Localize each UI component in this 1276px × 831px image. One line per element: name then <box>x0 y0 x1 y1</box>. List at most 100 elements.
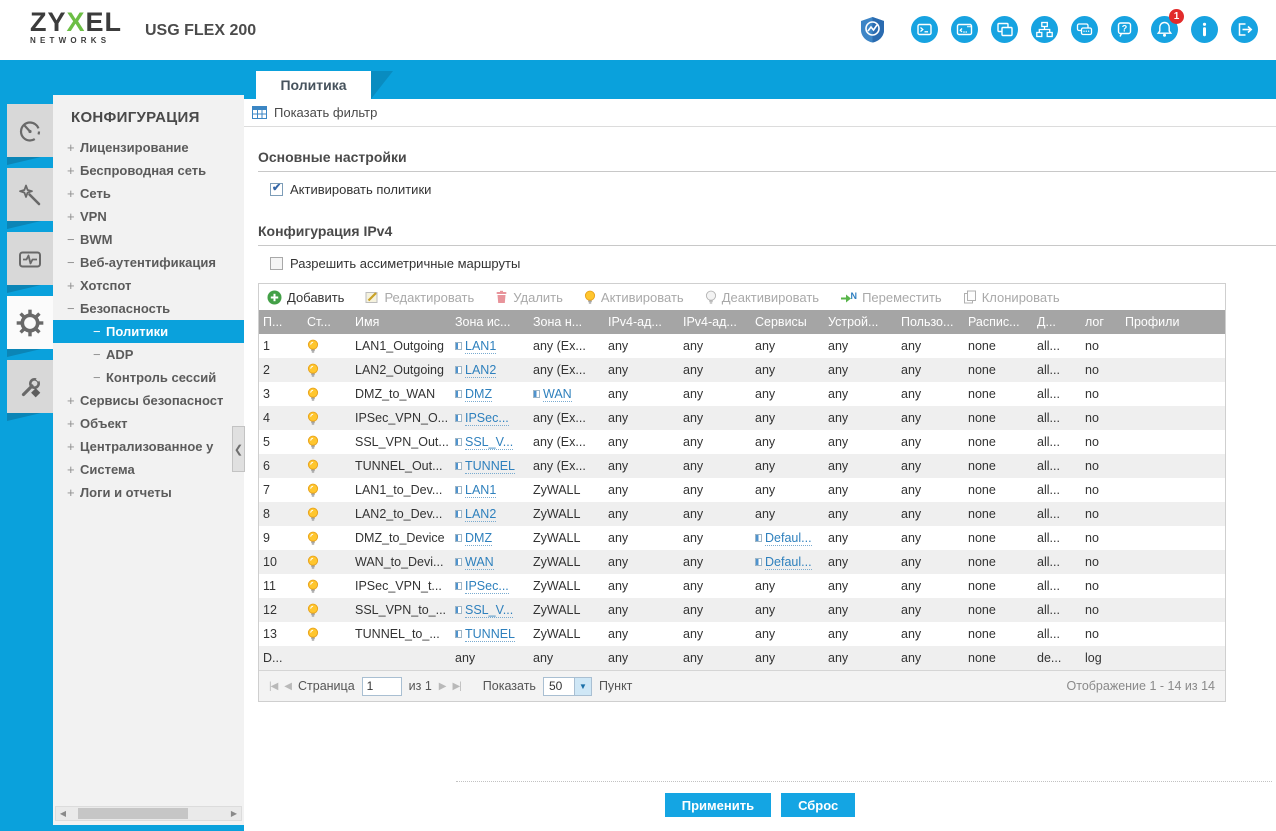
sidebar-item-adp[interactable]: − ADP <box>53 343 244 366</box>
table-row-6[interactable]: 6 TUNNEL_Out... TUNNEL any (Ex... any any any a… <box>259 454 1225 478</box>
expand-toggle-icon[interactable]: − <box>93 320 106 343</box>
site-map-icon[interactable] <box>1031 16 1058 43</box>
expand-toggle-icon[interactable]: − <box>67 251 80 274</box>
cell-service-link[interactable]: Defaul... <box>765 555 812 570</box>
scrollbar-thumb[interactable] <box>78 808 188 819</box>
expand-toggle-icon[interactable]: − <box>67 297 80 320</box>
table-row-12[interactable]: 12 SSL_VPN_to_... SSL_V... ZyWALL any any any a… <box>259 598 1225 622</box>
column-header-1[interactable]: Ст... <box>303 315 351 329</box>
expand-toggle-icon[interactable]: − <box>67 228 80 251</box>
scroll-right-icon[interactable]: ▶ <box>227 809 241 818</box>
sidebar-item-контроль-сессий[interactable]: − Контроль сессий <box>53 366 244 389</box>
column-header-11[interactable]: Д... <box>1033 315 1081 329</box>
sidebar-item-беспроводная-сеть[interactable]: + Беспроводная сеть <box>53 159 244 182</box>
cell-from-zone-link[interactable]: SSL_V... <box>465 603 514 618</box>
first-page-button[interactable]: |◀ <box>269 681 278 692</box>
sidebar-horizontal-scrollbar[interactable]: ◀ ▶ <box>55 806 242 821</box>
sidebar-item-сервисы-безопасност[interactable]: + Сервисы безопасност <box>53 389 244 412</box>
column-header-3[interactable]: Зона ис... <box>451 315 529 329</box>
expand-toggle-icon[interactable]: + <box>67 435 80 458</box>
asymmetric-routes-checkbox[interactable] <box>270 257 283 270</box>
expand-toggle-icon[interactable]: + <box>67 389 80 412</box>
nav-maintenance-button[interactable] <box>7 360 53 421</box>
expand-toggle-icon[interactable]: + <box>67 481 80 504</box>
cell-from-zone-link[interactable]: LAN1 <box>465 483 497 498</box>
table-row-11[interactable]: 11 IPSec_VPN_t... IPSec... ZyWALL any any any a… <box>259 574 1225 598</box>
cell-from-zone-link[interactable]: WAN <box>465 555 494 570</box>
sidebar-item-логи-и-отчеты[interactable]: + Логи и отчеты <box>53 481 244 504</box>
delete-button[interactable]: Удалить <box>495 290 563 305</box>
cell-service-link[interactable]: Defaul... <box>765 531 812 546</box>
column-header-6[interactable]: IPv4-ад... <box>679 315 751 329</box>
column-header-5[interactable]: IPv4-ад... <box>604 315 679 329</box>
sidebar-item-политики[interactable]: − Политики <box>53 320 244 343</box>
logout-icon[interactable] <box>1231 16 1258 43</box>
nav-configuration-button[interactable] <box>7 296 53 357</box>
tab-policy[interactable]: Политика <box>256 71 393 99</box>
cell-from-zone-link[interactable]: DMZ <box>465 531 493 546</box>
table-row-3[interactable]: 3 DMZ_to_WAN DMZ WAN any any any any any none all.… <box>259 382 1225 406</box>
sidebar-item-безопасность[interactable]: − Безопасность <box>53 297 244 320</box>
column-header-12[interactable]: лог <box>1081 315 1121 329</box>
sidebar-item-объект[interactable]: + Объект <box>53 412 244 435</box>
table-row-4[interactable]: 4 IPSec_VPN_O... IPSec... any (Ex... any any a… <box>259 406 1225 430</box>
nav-monitor-button[interactable] <box>7 232 53 293</box>
sidebar-item-vpn[interactable]: + VPN <box>53 205 244 228</box>
cell-from-zone-link[interactable]: LAN1 <box>465 339 497 354</box>
next-page-button[interactable]: ▶ <box>439 681 447 692</box>
sidebar-item-сеть[interactable]: + Сеть <box>53 182 244 205</box>
sidebar-item-bwm[interactable]: − BWM <box>53 228 244 251</box>
column-header-9[interactable]: Пользо... <box>897 315 964 329</box>
sidebar-item-хотспот[interactable]: + Хотспот <box>53 274 244 297</box>
expand-toggle-icon[interactable]: + <box>67 136 80 159</box>
about-icon[interactable] <box>1191 16 1218 43</box>
help-icon[interactable]: ? <box>1111 16 1138 43</box>
sidebar-item-лицензирование[interactable]: + Лицензирование <box>53 136 244 159</box>
table-row-14[interactable]: D... any any any any any any any none de... log <box>259 646 1225 670</box>
table-row-9[interactable]: 9 DMZ_to_Device DMZ ZyWALL any any Defaul... an… <box>259 526 1225 550</box>
add-button[interactable]: Добавить <box>267 290 344 305</box>
table-row-2[interactable]: 2 LAN2_Outgoing LAN2 any (Ex... any any any any… <box>259 358 1225 382</box>
column-header-8[interactable]: Устрой... <box>824 315 897 329</box>
show-filter-button[interactable]: Показать фильтр <box>244 99 1276 127</box>
notification-icon[interactable]: 1 <box>1151 9 1184 43</box>
last-page-button[interactable]: ▶| <box>453 681 462 692</box>
table-row-8[interactable]: 8 LAN2_to_Dev... LAN2 ZyWALL any any any any any… <box>259 502 1225 526</box>
apply-button[interactable]: Применить <box>664 793 772 817</box>
column-header-7[interactable]: Сервисы <box>751 315 824 329</box>
secureporter-icon[interactable] <box>859 16 886 43</box>
table-row-13[interactable]: 13 TUNNEL_to_... TUNNEL ZyWALL any any any any a… <box>259 622 1225 646</box>
cli-icon[interactable] <box>951 16 978 43</box>
column-header-4[interactable]: Зона н... <box>529 315 604 329</box>
table-row-5[interactable]: 5 SSL_VPN_Out... SSL_V... any (Ex... any any a… <box>259 430 1225 454</box>
cell-to-zone-link[interactable]: WAN <box>543 387 572 402</box>
page-size-select[interactable]: 50 ▼ <box>542 676 592 696</box>
reset-button[interactable]: Сброс <box>781 793 856 817</box>
table-row-10[interactable]: 10 WAN_to_Devi... WAN ZyWALL any any Defaul...… <box>259 550 1225 574</box>
clone-button[interactable]: Клонировать <box>963 290 1060 305</box>
cell-from-zone-link[interactable]: DMZ <box>465 387 493 402</box>
expand-toggle-icon[interactable]: + <box>67 205 80 228</box>
column-header-2[interactable]: Имя <box>351 315 451 329</box>
cell-from-zone-link[interactable]: TUNNEL <box>465 459 516 474</box>
column-header-13[interactable]: Профили <box>1121 315 1225 329</box>
expand-toggle-icon[interactable]: + <box>67 159 80 182</box>
deactivate-button[interactable]: Деактивировать <box>705 290 819 305</box>
expand-toggle-icon[interactable]: + <box>67 458 80 481</box>
reference-windows-icon[interactable] <box>991 16 1018 43</box>
cell-from-zone-link[interactable]: LAN2 <box>465 507 497 522</box>
forum-icon[interactable] <box>1071 16 1098 43</box>
cell-from-zone-link[interactable]: TUNNEL <box>465 627 516 642</box>
column-header-10[interactable]: Распис... <box>964 315 1033 329</box>
table-row-7[interactable]: 7 LAN1_to_Dev... LAN1 ZyWALL any any any any any… <box>259 478 1225 502</box>
move-button[interactable]: N Переместить <box>840 290 942 305</box>
expand-toggle-icon[interactable]: − <box>93 366 106 389</box>
prev-page-button[interactable]: ◀ <box>284 681 292 692</box>
edit-button[interactable]: Редактировать <box>365 290 474 305</box>
table-row-1[interactable]: 1 LAN1_Outgoing LAN1 any (Ex... any any any any… <box>259 334 1225 358</box>
nav-dashboard-button[interactable] <box>7 104 53 165</box>
sidebar-item-централизованное-у[interactable]: + Централизованное у <box>53 435 244 458</box>
sidebar-item-веб-аутентификация[interactable]: − Веб-аутентификация <box>53 251 244 274</box>
web-console-icon[interactable] <box>911 16 938 43</box>
activate-button[interactable]: Активировать <box>584 290 684 305</box>
